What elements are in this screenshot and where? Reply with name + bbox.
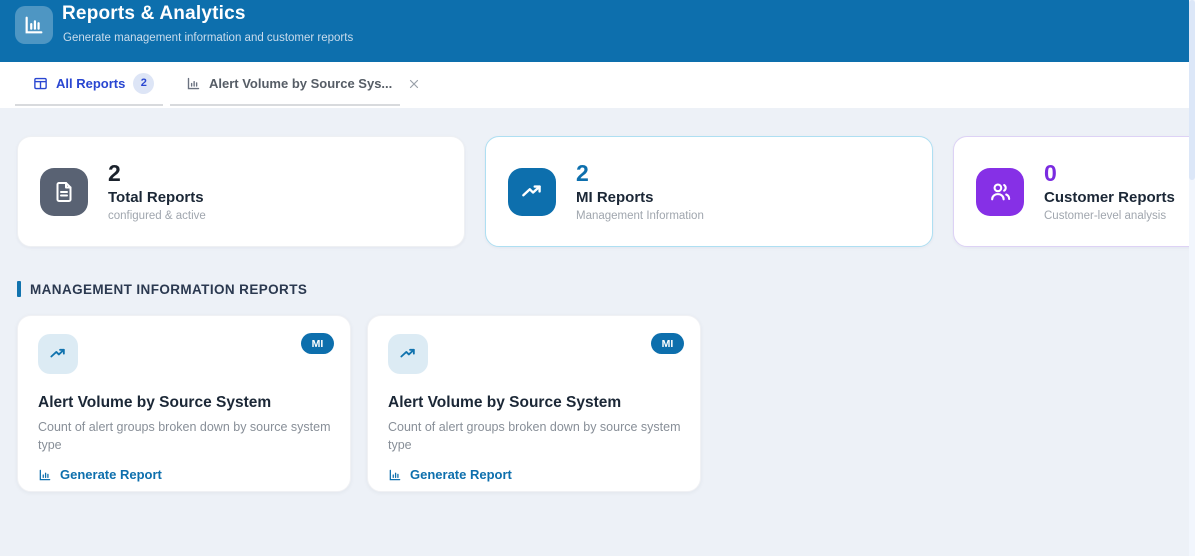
- users-icon: [976, 168, 1024, 216]
- stat-card-mi-reports: 2 MI Reports Management Information: [485, 136, 933, 247]
- stat-sublabel: configured & active: [108, 210, 206, 222]
- mi-badge: MI: [301, 333, 334, 354]
- generate-report-button[interactable]: Generate Report: [38, 467, 162, 482]
- report-description: Count of alert groups broken down by sou…: [388, 418, 684, 454]
- section-accent-bar: [17, 281, 21, 297]
- section-title: MANAGEMENT INFORMATION REPORTS: [30, 282, 307, 297]
- stat-card-customer-reports: 0 Customer Reports Customer-level analys…: [953, 136, 1195, 247]
- page-title: Reports & Analytics: [62, 3, 246, 25]
- vertical-scrollbar[interactable]: [1189, 0, 1195, 556]
- stat-label: Customer Reports: [1044, 189, 1175, 206]
- stat-text-block: 2 Total Reports configured & active: [108, 161, 206, 221]
- scrollbar-thumb[interactable]: [1189, 0, 1195, 180]
- page-subtitle: Generate management information and cust…: [63, 32, 353, 44]
- close-tab-icon[interactable]: [404, 74, 424, 94]
- stat-sublabel: Management Information: [576, 210, 704, 222]
- report-description: Count of alert groups broken down by sou…: [38, 418, 334, 454]
- trending-up-icon: [38, 334, 78, 374]
- stat-value: 2: [576, 161, 704, 186]
- stat-label: Total Reports: [108, 189, 206, 206]
- section-header-mi-reports: MANAGEMENT INFORMATION REPORTS: [17, 281, 307, 297]
- document-icon: [40, 168, 88, 216]
- table-icon: [33, 76, 48, 91]
- tab-all-reports-badge: 2: [133, 73, 154, 94]
- report-card-alert-volume[interactable]: MI Alert Volume by Source System Count o…: [17, 315, 351, 492]
- stat-value: 2: [108, 161, 206, 186]
- tab-alert-volume-label: Alert Volume by Source Sys...: [209, 76, 392, 91]
- stat-text-block: 0 Customer Reports Customer-level analys…: [1044, 161, 1175, 221]
- tab-bar: All Reports 2 Alert Volume by Source Sys…: [0, 62, 1195, 108]
- report-title: Alert Volume by Source System: [38, 394, 330, 412]
- generate-report-label: Generate Report: [60, 467, 162, 482]
- analytics-bar-chart-icon: [15, 6, 53, 44]
- stat-card-total-reports: 2 Total Reports configured & active: [17, 136, 465, 247]
- tab-alert-volume-report[interactable]: Alert Volume by Source Sys...: [170, 62, 400, 106]
- generate-report-label: Generate Report: [410, 467, 512, 482]
- bar-chart-icon: [186, 76, 201, 91]
- generate-report-button[interactable]: Generate Report: [388, 467, 512, 482]
- trending-up-icon: [388, 334, 428, 374]
- report-title: Alert Volume by Source System: [388, 394, 680, 412]
- stats-row: 2 Total Reports configured & active 2 MI…: [0, 136, 1195, 247]
- page-header: Reports & Analytics Generate management …: [0, 0, 1195, 62]
- stat-label: MI Reports: [576, 189, 704, 206]
- trending-up-icon: [508, 168, 556, 216]
- tab-all-reports-label: All Reports: [56, 76, 125, 91]
- stat-sublabel: Customer-level analysis: [1044, 210, 1175, 222]
- report-card-alert-volume[interactable]: MI Alert Volume by Source System Count o…: [367, 315, 701, 492]
- stat-text-block: 2 MI Reports Management Information: [576, 161, 704, 221]
- mi-badge: MI: [651, 333, 684, 354]
- stat-value: 0: [1044, 161, 1175, 186]
- tab-all-reports[interactable]: All Reports 2: [15, 62, 163, 106]
